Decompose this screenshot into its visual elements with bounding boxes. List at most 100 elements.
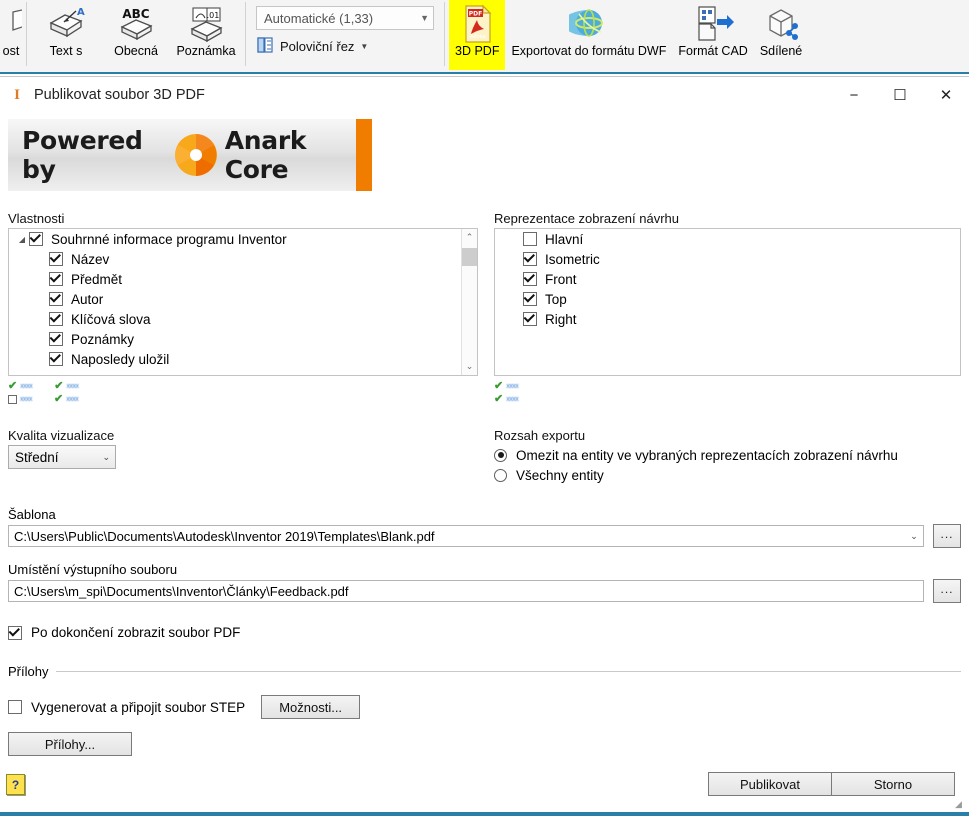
banner-text-before: Powered by [22,126,167,184]
checkbox-property[interactable] [49,332,63,346]
properties-scrollbar[interactable]: ⌃ ⌄ [461,229,477,375]
publish-3d-pdf-dialog: I Publikovat soubor 3D PDF − ☐ ✕ Powered… [0,76,969,816]
legend-row: xxxx ✔ xxxx [8,394,478,404]
checkbox-design-view[interactable] [523,232,537,246]
checkbox-design-view[interactable] [523,252,537,266]
tree-row[interactable]: Naposledy uložil [9,349,477,369]
checkbox-design-view[interactable] [523,272,537,286]
properties-listbox[interactable]: ◢ Souhrnné informace programu Inventor N… [8,228,478,376]
checkbox-generate-step[interactable] [8,700,22,714]
publish-button[interactable]: Publikovat [708,772,832,796]
legend-item: ✔ xxxx [54,394,78,404]
attachments-button[interactable]: Přílohy... [8,732,132,756]
minimize-button[interactable]: − [831,78,877,112]
tree-row[interactable]: Autor [9,289,477,309]
close-button[interactable]: ✕ [923,78,969,112]
ribbon-button-label: Text s [50,44,83,58]
scroll-down-icon[interactable]: ⌄ [462,358,478,375]
ribbon-button-3d-pdf[interactable]: PDF Adobe 3D PDF [449,0,505,70]
help-icon[interactable]: ? [6,774,25,795]
scrollbar-track[interactable] [462,246,478,358]
checkbox-property[interactable] [49,272,63,286]
list-item[interactable]: Hlavní [495,229,960,249]
cancel-button[interactable]: Storno [831,772,955,796]
template-browse-button[interactable]: ... [933,524,961,548]
ribbon-button-note[interactable]: .01 Poznámka [171,0,241,70]
checkbox-property[interactable] [49,352,63,366]
scrollbar-thumb[interactable] [462,248,478,266]
anark-core-logo [173,132,219,178]
output-label: Umístění výstupního souboru [8,562,961,577]
tree-root-label: Souhrnné informace programu Inventor [51,232,287,247]
tree-row[interactable]: Poznámky [9,329,477,349]
legend-text: xxxx [506,396,518,403]
radio-label: Všechny entity [516,468,604,483]
output-browse-button[interactable]: ... [933,579,961,603]
scale-combobox[interactable]: Automatické (1,33) ▼ [256,6,434,30]
footer-buttons: Publikovat Storno [708,772,955,796]
radio-all-entities[interactable]: Všechny entity [494,465,961,485]
list-item[interactable]: Front [495,269,960,289]
checkbox-property[interactable] [49,252,63,266]
quality-value: Střední [15,450,59,465]
chevron-down-icon: ⌄ [102,452,110,463]
ribbon-button-cut[interactable]: ost [0,0,22,70]
export-scope-label: Rozsah exportu [494,428,961,443]
ribbon-button-general[interactable]: ABC Obecná [101,0,171,70]
output-input[interactable]: C:\Users\m_spi\Documents\Inventor\Články… [8,580,924,602]
list-item[interactable]: Isometric [495,249,960,269]
checkbox-root[interactable] [29,232,43,246]
checkbox-design-view[interactable] [523,312,537,326]
template-input[interactable]: C:\Users\Public\Documents\Autodesk\Inven… [8,525,924,547]
properties-legend: ✔ xxxx ✔ xxxx xxxx [8,381,478,404]
template-label: Šablona [8,507,961,522]
quality-section: Kvalita vizualizace Střední ⌄ [8,428,478,485]
step-checkbox-row[interactable]: Vygenerovat a připojit soubor STEP [8,700,245,715]
checkbox-show-pdf[interactable] [8,626,22,640]
legend-item: xxxx [8,394,32,404]
tree-item-label: Předmět [71,272,122,287]
legend-row: ✔ xxxx [494,381,961,391]
dialog-body: Powered by Anark Core ™ Vlastnosti [0,119,969,756]
pdf-icon: PDF Adobe [459,4,495,44]
export-scope-section: Rozsah exportu Omezit na entity ve vybra… [494,428,961,485]
resize-grip[interactable]: ◢ [955,799,967,811]
annotation-cut-icon [0,4,22,44]
maximize-button[interactable]: ☐ [877,78,923,112]
check-icon: ✔ [494,394,503,404]
chevron-down-icon: ▼ [360,42,368,51]
ribbon-button-cad-format[interactable]: Formát CAD [672,0,753,70]
ribbon-separator [444,2,445,66]
chevron-down-icon[interactable]: ⌄ [905,531,923,542]
options-button[interactable]: Možnosti... [261,695,360,719]
output-value: C:\Users\m_spi\Documents\Inventor\Články… [14,584,349,599]
tree-row[interactable]: Klíčová slova [9,309,477,329]
radio-icon[interactable] [494,449,507,462]
design-views-listbox[interactable]: Hlavní Isometric Front Top [494,228,961,376]
expand-arrow-icon[interactable]: ◢ [15,235,29,244]
legend-row: ✔ xxxx [494,394,961,404]
ribbon-button-export-dwf[interactable]: Exportovat do formátu DWF [505,0,672,70]
ribbon-button-shared[interactable]: Sdílené [754,0,808,70]
shared-cube-icon [760,4,802,44]
tree-row[interactable]: Předmět [9,269,477,289]
show-pdf-checkbox-row[interactable]: Po dokončení zobrazit soubor PDF [8,625,961,640]
checkbox-property[interactable] [49,312,63,326]
ribbon-button-text-leader[interactable]: A Text s [31,0,101,70]
tree-item-label: Autor [71,292,103,307]
list-item-label: Right [545,312,577,327]
checkbox-property[interactable] [49,292,63,306]
step-label: Vygenerovat a připojit soubor STEP [31,700,245,715]
tree-row[interactable]: Název [9,249,477,269]
list-item[interactable]: Right [495,309,960,329]
checkbox-design-view[interactable] [523,292,537,306]
radio-icon[interactable] [494,469,507,482]
tree-row-root[interactable]: ◢ Souhrnné informace programu Inventor [9,229,477,249]
scroll-up-icon[interactable]: ⌃ [462,229,478,246]
half-section-button[interactable]: Poloviční řez ▼ [256,36,434,57]
radio-limit-to-selected[interactable]: Omezit na entity ve vybraných reprezenta… [494,445,961,465]
quality-combobox[interactable]: Střední ⌄ [8,445,116,469]
list-item[interactable]: Top [495,289,960,309]
ribbon-separator [245,2,246,66]
group-divider [56,671,961,672]
